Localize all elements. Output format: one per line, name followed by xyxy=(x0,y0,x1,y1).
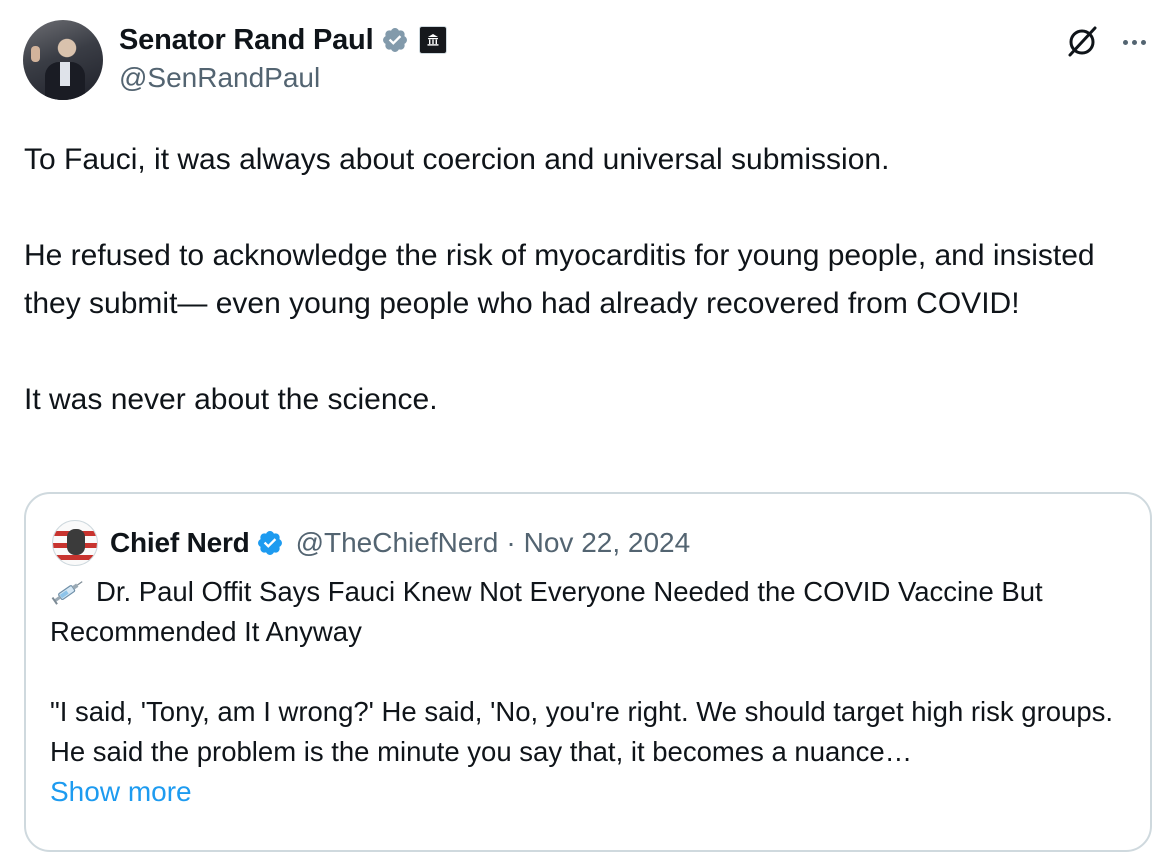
grok-icon[interactable] xyxy=(1064,24,1100,60)
quoted-tweet-card[interactable]: Chief Nerd @TheChiefNerd · Nov 22, 2024 … xyxy=(24,492,1152,852)
author-avatar[interactable] xyxy=(23,20,103,100)
author-handle[interactable]: @SenRandPaul xyxy=(119,62,320,94)
tweet-paragraph: He refused to acknowledge the risk of my… xyxy=(24,239,1095,320)
more-options-icon[interactable] xyxy=(1116,24,1152,60)
avatar-stripe xyxy=(53,555,97,560)
quoted-headline: Dr. Paul Offit Says Fauci Knew Not Every… xyxy=(50,576,1043,647)
quoted-tweet-text: Dr. Paul Offit Says Fauci Knew Not Every… xyxy=(50,572,1130,812)
quoted-body: "I said, 'Tony, am I wrong?' He said, 'N… xyxy=(50,696,1114,767)
more-dot xyxy=(1122,39,1128,45)
quoted-headline-line: Dr. Paul Offit Says Fauci Knew Not Every… xyxy=(50,572,1130,652)
avatar-face xyxy=(67,529,85,555)
building-glyph-icon xyxy=(427,34,439,46)
tweet-paragraph: It was never about the science. xyxy=(24,383,438,416)
more-dot xyxy=(1140,39,1146,45)
author-name-row: Senator Rand Paul xyxy=(119,22,448,58)
verified-badge-icon[interactable] xyxy=(381,26,409,54)
more-dot xyxy=(1131,39,1137,45)
tweet-text: To Fauci, it was always about coercion a… xyxy=(24,136,1154,424)
quoted-author-name[interactable]: Chief Nerd xyxy=(110,527,250,559)
meta-separator: · xyxy=(506,527,516,558)
show-more-link[interactable]: Show more xyxy=(50,772,1130,812)
quoted-author-handle[interactable]: @TheChiefNerd xyxy=(296,527,499,559)
quoted-author-avatar[interactable] xyxy=(52,520,98,566)
tweet-paragraph: To Fauci, it was always about coercion a… xyxy=(24,143,890,176)
quoted-tweet-date[interactable]: Nov 22, 2024 xyxy=(524,527,691,559)
avatar-figure-shirt xyxy=(60,62,70,86)
author-display-name[interactable]: Senator Rand Paul xyxy=(119,24,374,57)
syringe-icon xyxy=(51,581,83,605)
quoted-tweet-header: Chief Nerd @TheChiefNerd · Nov 22, 2024 xyxy=(52,520,690,566)
avatar-figure-hand xyxy=(31,46,40,62)
verified-badge-icon[interactable] xyxy=(256,529,284,557)
government-building-icon[interactable] xyxy=(419,26,448,54)
